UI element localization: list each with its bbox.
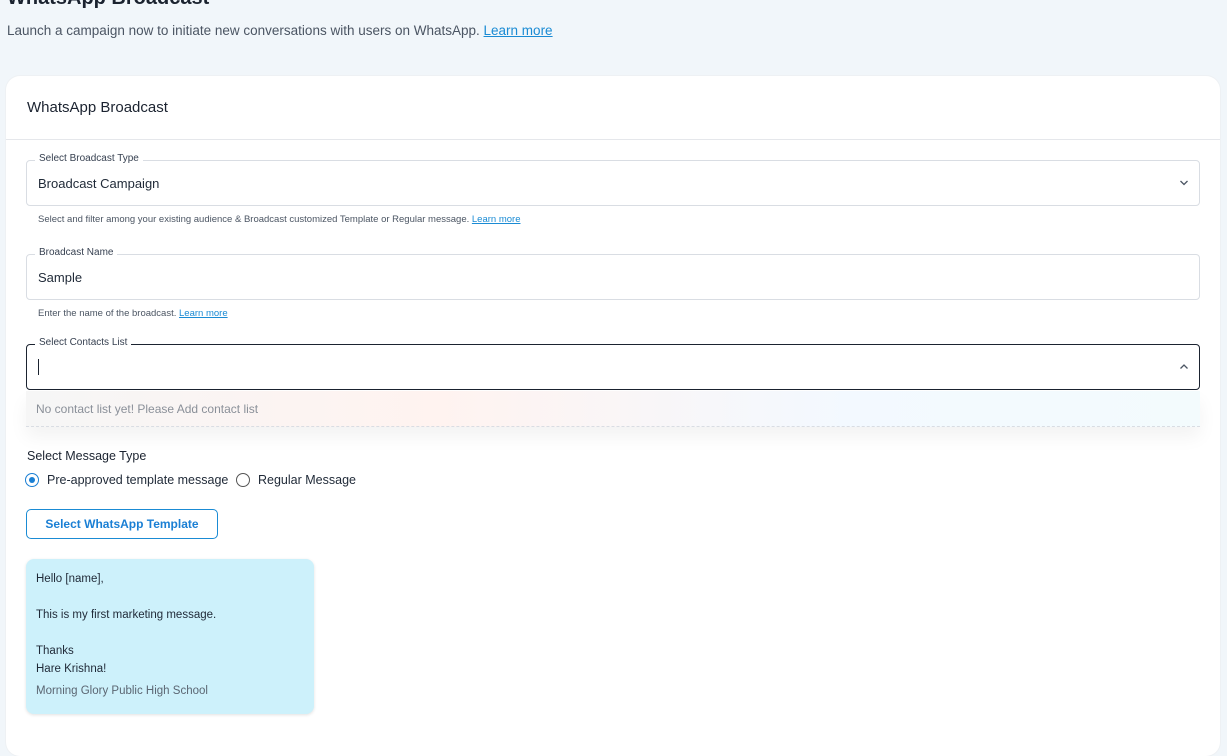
message-type-label: Select Message Type	[27, 449, 147, 463]
text-cursor	[38, 359, 39, 375]
broadcast-type-helper: Select and filter among your existing au…	[38, 214, 520, 225]
broadcast-name-value: Sample	[38, 270, 83, 285]
template-message-radio[interactable]	[25, 473, 39, 487]
message-preview: Hello [name], This is my first marketing…	[26, 559, 314, 714]
page-title: WhatsApp Broadcast	[7, 0, 209, 10]
broadcast-name-legend: Broadcast Name	[35, 247, 118, 258]
broadcast-name-field[interactable]: Broadcast Name Sample	[26, 247, 1200, 300]
template-message-radio-label[interactable]: Pre-approved template message	[47, 473, 228, 487]
learn-more-link[interactable]: Learn more	[484, 23, 553, 38]
broadcast-type-helper-text: Select and filter among your existing au…	[38, 214, 470, 225]
preview-closing-signoff: Hare Krishna!	[36, 663, 107, 675]
preview-footer: Morning Glory Public High School	[36, 685, 208, 697]
select-template-button[interactable]: Select WhatsApp Template	[26, 509, 218, 539]
page-subtitle: Launch a campaign now to initiate new co…	[7, 23, 553, 38]
broadcast-type-value: Broadcast Campaign	[38, 176, 160, 191]
contacts-list-dropdown: No contact list yet! Please Add contact …	[26, 391, 1200, 427]
broadcast-name-helper: Enter the name of the broadcast. Learn m…	[38, 308, 228, 319]
broadcast-name-helper-text: Enter the name of the broadcast.	[38, 308, 177, 319]
broadcast-type-select[interactable]: Select Broadcast Type Broadcast Campaign	[26, 153, 1200, 206]
chevron-down-icon[interactable]	[1179, 178, 1189, 188]
chevron-up-icon[interactable]	[1179, 362, 1189, 372]
broadcast-name-learn-more-link[interactable]: Learn more	[179, 308, 228, 319]
broadcast-type-legend: Select Broadcast Type	[35, 153, 143, 164]
contacts-list-legend: Select Contacts List	[35, 337, 132, 348]
contacts-list-select[interactable]: Select Contacts List	[26, 337, 1200, 390]
page-subtitle-text: Launch a campaign now to initiate new co…	[7, 23, 480, 38]
card-title: WhatsApp Broadcast	[6, 76, 1220, 140]
regular-message-radio[interactable]	[236, 473, 250, 487]
broadcast-card: WhatsApp Broadcast Select Broadcast Type…	[6, 76, 1220, 756]
preview-body: This is my first marketing message.	[36, 609, 217, 621]
contacts-list-empty-option: No contact list yet! Please Add contact …	[36, 402, 259, 416]
broadcast-type-learn-more-link[interactable]: Learn more	[472, 214, 521, 225]
regular-message-radio-label[interactable]: Regular Message	[258, 473, 356, 487]
preview-closing-thanks: Thanks	[36, 645, 74, 657]
preview-greeting: Hello [name],	[36, 573, 104, 585]
